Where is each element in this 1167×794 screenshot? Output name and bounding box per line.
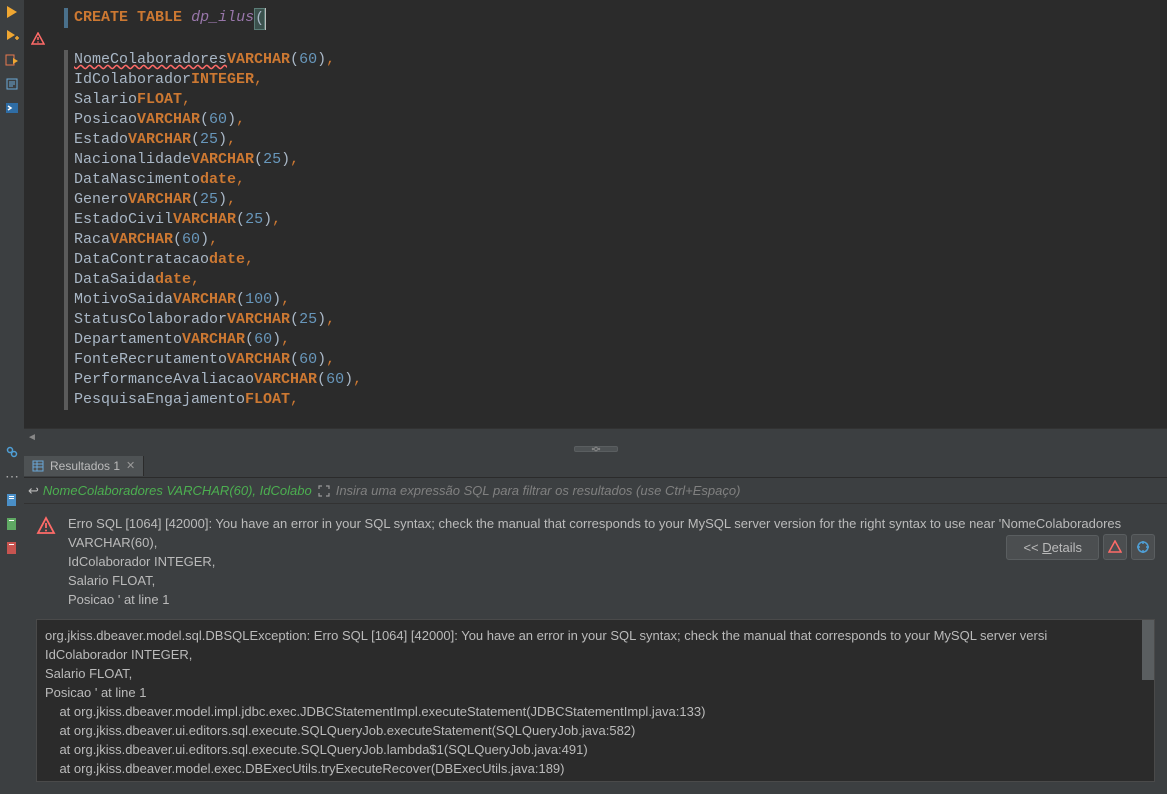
stacktrace-text[interactable]: org.jkiss.dbeaver.model.sql.DBSQLExcepti… [36,619,1155,782]
code-line[interactable]: Raca VARCHAR(60), [36,230,1167,250]
script-run-icon[interactable] [2,50,22,70]
main-area: CREATE TABLE dp_ilus( NomeColaboradores … [24,0,1167,794]
warning-icon [31,32,45,46]
tab-label: Resultados 1 [50,459,120,473]
back-arrow-icon[interactable]: ↩ [28,483,39,499]
error-message: Erro SQL [1064] [42000]: You have an err… [68,514,1155,609]
divider-handle-icon[interactable] [574,446,618,452]
expand-icon[interactable] [316,483,332,499]
results-tab[interactable]: Resultados 1 ✕ [24,456,144,476]
code-line[interactable]: DataSaida date, [36,270,1167,290]
error-triangle-icon [36,516,56,536]
results-tabs: Resultados 1 ✕ [24,454,1167,478]
code-line[interactable]: DataContratacao date, [36,250,1167,270]
code-line[interactable]: Posicao VARCHAR(60), [36,110,1167,130]
details-button[interactable]: << Details [1006,535,1099,560]
code-line[interactable]: PerformanceAvaliacao VARCHAR(60), [36,370,1167,390]
left-toolbar: ⋯ [0,0,24,794]
grid-icon [32,460,44,472]
doc-blue-icon[interactable] [2,490,22,510]
error-nav-button[interactable] [1103,534,1127,560]
code-line[interactable]: Genero VARCHAR(25), [36,190,1167,210]
link-icon[interactable] [2,442,22,462]
code-line[interactable]: PesquisaEngajamento FLOAT, [36,390,1167,410]
code-line[interactable]: StatusColaborador VARCHAR(25), [36,310,1167,330]
code-line[interactable]: CREATE TABLE dp_ilus( [36,8,1167,30]
error-display: Erro SQL [1064] [42000]: You have an err… [24,504,1167,619]
results-header: ↩ NomeColaboradores VARCHAR(60), IdColab… [24,478,1167,504]
scroll-left-icon[interactable]: ◄ [24,429,40,444]
stacktrace-scrollbar[interactable] [1142,620,1154,680]
console-icon[interactable] [2,98,22,118]
code-line[interactable]: Nacionalidade VARCHAR(25), [36,150,1167,170]
sql-editor[interactable]: CREATE TABLE dp_ilus( NomeColaboradores … [24,0,1167,444]
code-line[interactable]: MotivoSaida VARCHAR(100), [36,290,1167,310]
code-line[interactable]: NomeColaboradores VARCHAR(60), [36,50,1167,70]
code-line[interactable]: EstadoCivil VARCHAR(25), [36,210,1167,230]
code-line[interactable]: IdColaborador INTEGER, [36,70,1167,90]
filter-input[interactable]: Insira uma expressão SQL para filtrar os… [336,483,1163,498]
script-icon[interactable] [2,74,22,94]
results-panel: Resultados 1 ✕ ↩ NomeColaboradores VARCH… [24,454,1167,794]
code-line[interactable] [36,30,1167,50]
run-icon[interactable] [2,2,22,22]
close-icon[interactable]: ✕ [126,459,135,472]
run-plus-icon[interactable] [2,26,22,46]
query-preview: NomeColaboradores VARCHAR(60), IdColabo [43,483,312,498]
code-line[interactable]: Salario FLOAT, [36,90,1167,110]
panel-divider[interactable] [24,444,1167,454]
doc-red-icon[interactable] [2,538,22,558]
code-line[interactable]: DataNascimento date, [36,170,1167,190]
code-line[interactable]: Departamento VARCHAR(60), [36,330,1167,350]
code-line[interactable]: Estado VARCHAR(25), [36,130,1167,150]
editor-content[interactable]: CREATE TABLE dp_ilus( NomeColaboradores … [24,0,1167,444]
code-line[interactable]: FonteRecrutamento VARCHAR(60), [36,350,1167,370]
more-icon[interactable]: ⋯ [2,466,22,486]
horizontal-scrollbar[interactable]: ◄ [24,428,1167,444]
doc-green-icon[interactable] [2,514,22,534]
error-actions: << Details [1006,534,1155,560]
target-button[interactable] [1131,534,1155,560]
